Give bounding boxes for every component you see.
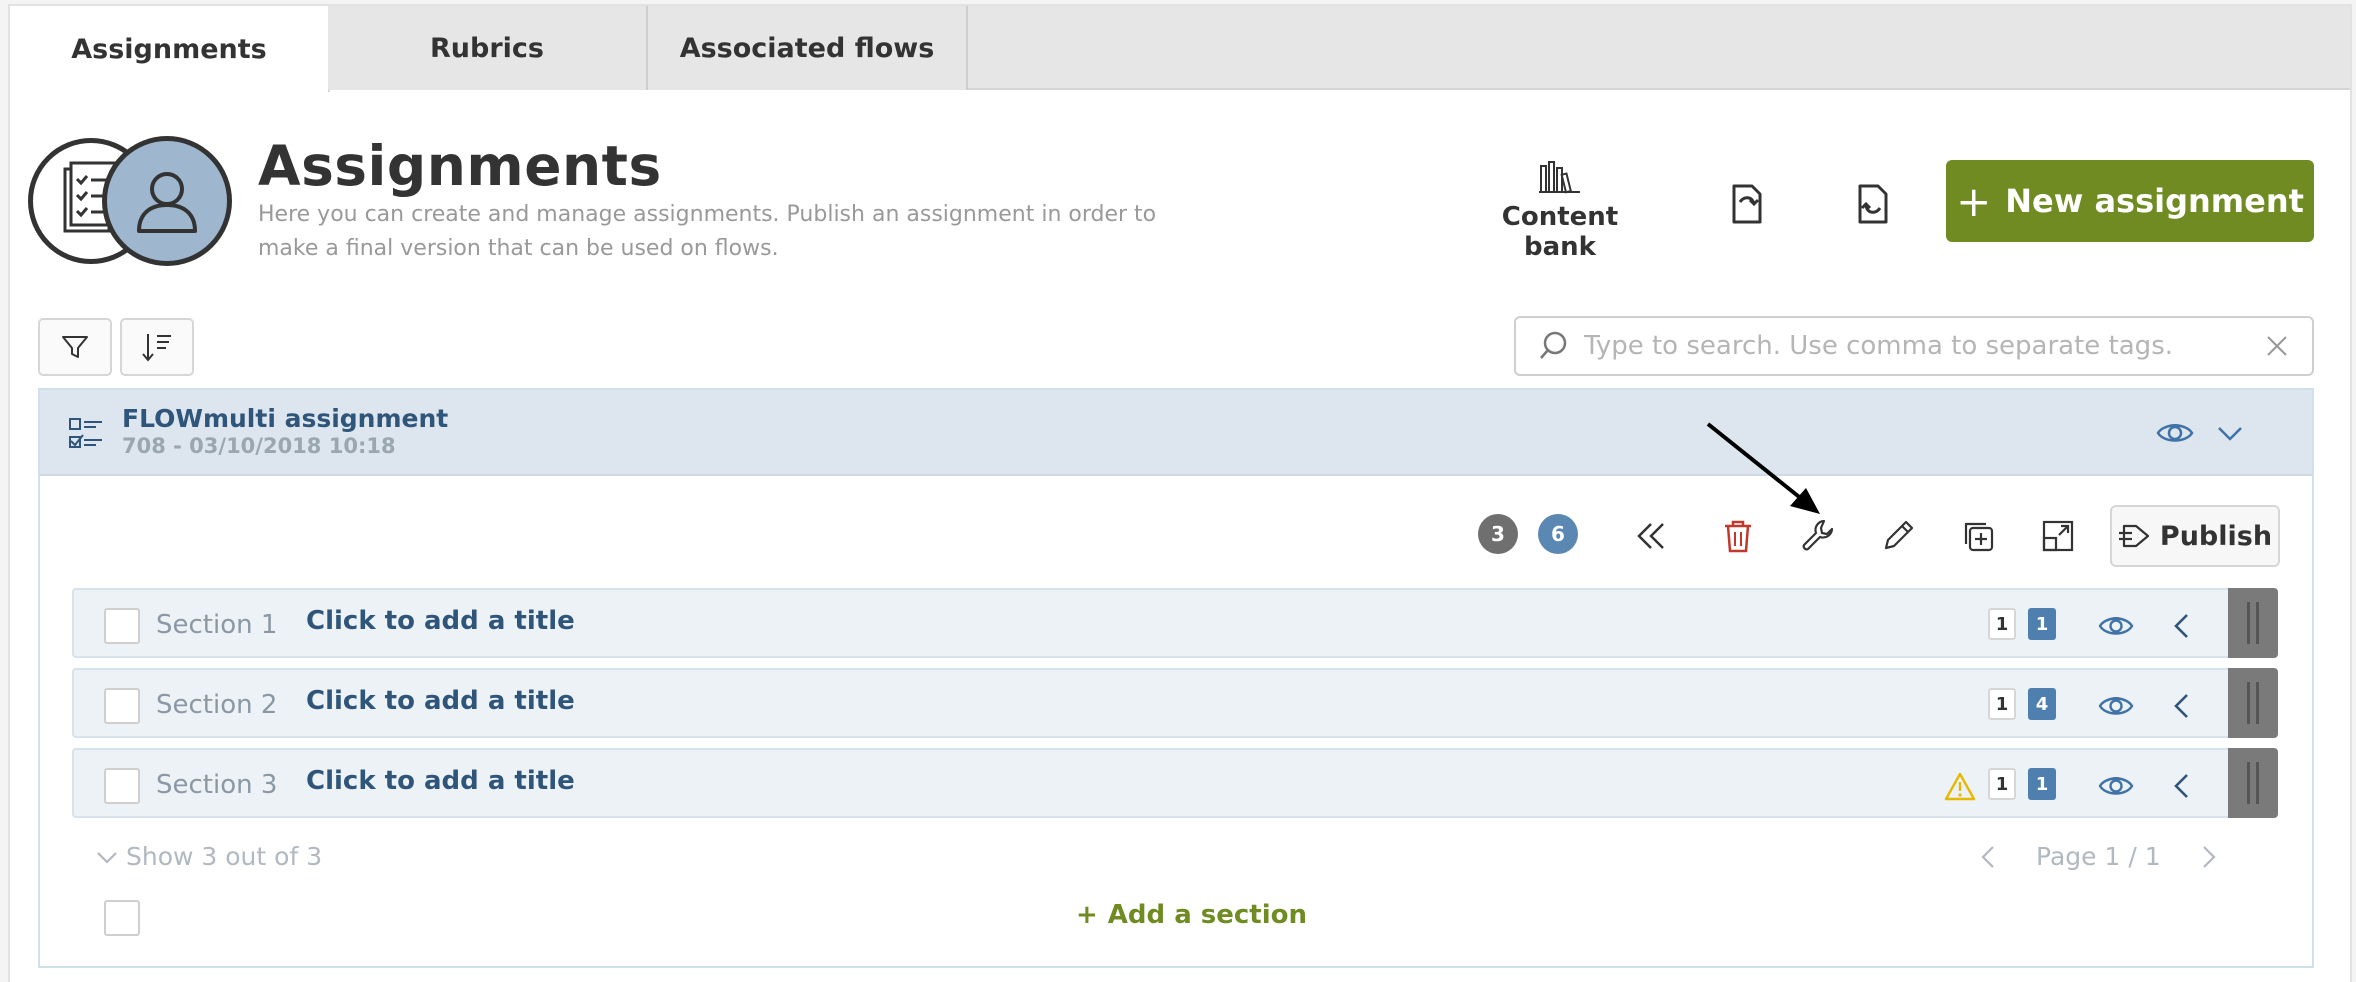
page-title: Assignments: [258, 134, 662, 198]
show-more-label: Show 3 out of 3: [126, 842, 323, 871]
filter-button[interactable]: [38, 318, 112, 376]
trash-icon: [1725, 520, 1751, 553]
page-description: Here you can create and manage assignmen…: [258, 202, 1157, 261]
select-all-checkbox[interactable]: [104, 900, 140, 936]
assignments-avatar: [28, 136, 238, 268]
section-checkbox[interactable]: [104, 608, 140, 644]
publish-label: Publish: [2159, 520, 2273, 552]
search-bar: [1514, 316, 2314, 376]
chevron-left-icon[interactable]: [2160, 604, 2204, 648]
drag-handle[interactable]: [2228, 748, 2278, 818]
new-assignment-button[interactable]: + New assignment: [1946, 160, 2314, 242]
section-checkbox[interactable]: [104, 768, 140, 804]
settings-button[interactable]: [1796, 514, 1840, 558]
prev-page-icon[interactable]: [1980, 844, 1996, 870]
warning-icon: [1938, 764, 1982, 808]
section-title[interactable]: Click to add a title: [306, 766, 575, 796]
expand-button[interactable]: [2036, 514, 2080, 558]
section-label: Section 2: [156, 690, 278, 720]
add-section-label: Add a section: [1107, 900, 1308, 930]
tab-assignments[interactable]: Assignments: [10, 6, 330, 92]
eye-icon[interactable]: [2094, 604, 2138, 648]
chevron-left-icon[interactable]: [2160, 764, 2204, 808]
tab-associated-flows[interactable]: Associated flows: [648, 6, 968, 90]
publish-icon: [2118, 524, 2150, 548]
section-badge-white: 1: [1988, 608, 2016, 640]
duplicate-icon: [1964, 522, 1994, 552]
add-section-button[interactable]: + Add a section: [1076, 900, 1307, 930]
section-label: Section 1: [156, 610, 278, 640]
section-label: Section 3: [156, 770, 278, 800]
assignment-header[interactable]: FLOWmulti assignment 708 - 03/10/2018 10…: [40, 390, 2312, 476]
pencil-icon: [1884, 520, 1914, 550]
export-document-icon[interactable]: [1848, 180, 1896, 228]
assignment-name: FLOWmulti assignment: [122, 404, 449, 433]
user-icon: [102, 136, 232, 266]
wrench-icon: [1802, 519, 1834, 551]
chevron-down-icon[interactable]: [2216, 420, 2244, 446]
drag-handle[interactable]: [2228, 588, 2278, 658]
eye-icon[interactable]: [2156, 416, 2194, 450]
annotation-arrow-icon: [1706, 422, 1820, 514]
sort-icon: [142, 334, 171, 362]
counter-gray-badge: 3: [1478, 514, 1518, 554]
eye-icon[interactable]: [2094, 764, 2138, 808]
assignment-meta: 708 - 03/10/2018 10:18: [122, 434, 396, 458]
section-badge-white: 1: [1988, 768, 2016, 800]
show-more-toggle[interactable]: Show 3 out of 3: [96, 842, 322, 871]
section-row[interactable]: Section 2 Click to add a title 1 4: [72, 668, 2278, 738]
new-assignment-label: New assignment: [2005, 182, 2304, 220]
double-chevron-left-icon: [1637, 523, 1664, 549]
tab-bar: Assignments Rubrics Associated flows: [10, 6, 2350, 92]
content-bank-button[interactable]: Content bank: [1470, 160, 1650, 262]
next-page-icon[interactable]: [2201, 844, 2217, 870]
search-icon: [1540, 331, 1567, 359]
pagination: Page 1 / 1: [1980, 842, 2217, 871]
section-badge-blue: 4: [2028, 688, 2056, 720]
section-badge-white: 1: [1988, 688, 2016, 720]
section-title[interactable]: Click to add a title: [306, 606, 575, 636]
content-bank-label: Content bank: [1501, 202, 1619, 262]
counter-blue-badge: 6: [1538, 514, 1578, 554]
collapse-all-button[interactable]: [1630, 514, 1674, 558]
page-indicator: Page 1 / 1: [2036, 842, 2161, 871]
section-row[interactable]: Section 3 Click to add a title 1 1: [72, 748, 2278, 818]
search-input[interactable]: [1584, 331, 2264, 361]
sort-button[interactable]: [120, 318, 194, 376]
section-checkbox[interactable]: [104, 688, 140, 724]
section-row[interactable]: Section 1 Click to add a title 1 1: [72, 588, 2278, 658]
filter-icon: [62, 336, 88, 358]
chevron-down-icon: [97, 851, 117, 864]
tab-rubrics[interactable]: Rubrics: [328, 6, 648, 90]
books-icon: [1539, 161, 1580, 194]
clear-search-icon[interactable]: [2264, 333, 2290, 359]
import-document-icon[interactable]: [1722, 180, 1770, 228]
delete-button[interactable]: [1716, 514, 1760, 558]
eye-icon[interactable]: [2094, 684, 2138, 728]
plus-icon: +: [1076, 900, 1098, 930]
section-badge-blue: 1: [2028, 608, 2056, 640]
section-title[interactable]: Click to add a title: [306, 686, 575, 716]
drag-handle[interactable]: [2228, 668, 2278, 738]
assignment-checklist-icon: [69, 418, 102, 448]
publish-button[interactable]: Publish: [2110, 505, 2280, 567]
expand-icon: [2042, 520, 2074, 552]
chevron-left-icon[interactable]: [2160, 684, 2204, 728]
section-badge-blue: 1: [2028, 768, 2056, 800]
duplicate-button[interactable]: [1956, 514, 2000, 558]
edit-button[interactable]: [1876, 514, 1920, 558]
plus-icon: +: [1956, 176, 1992, 226]
